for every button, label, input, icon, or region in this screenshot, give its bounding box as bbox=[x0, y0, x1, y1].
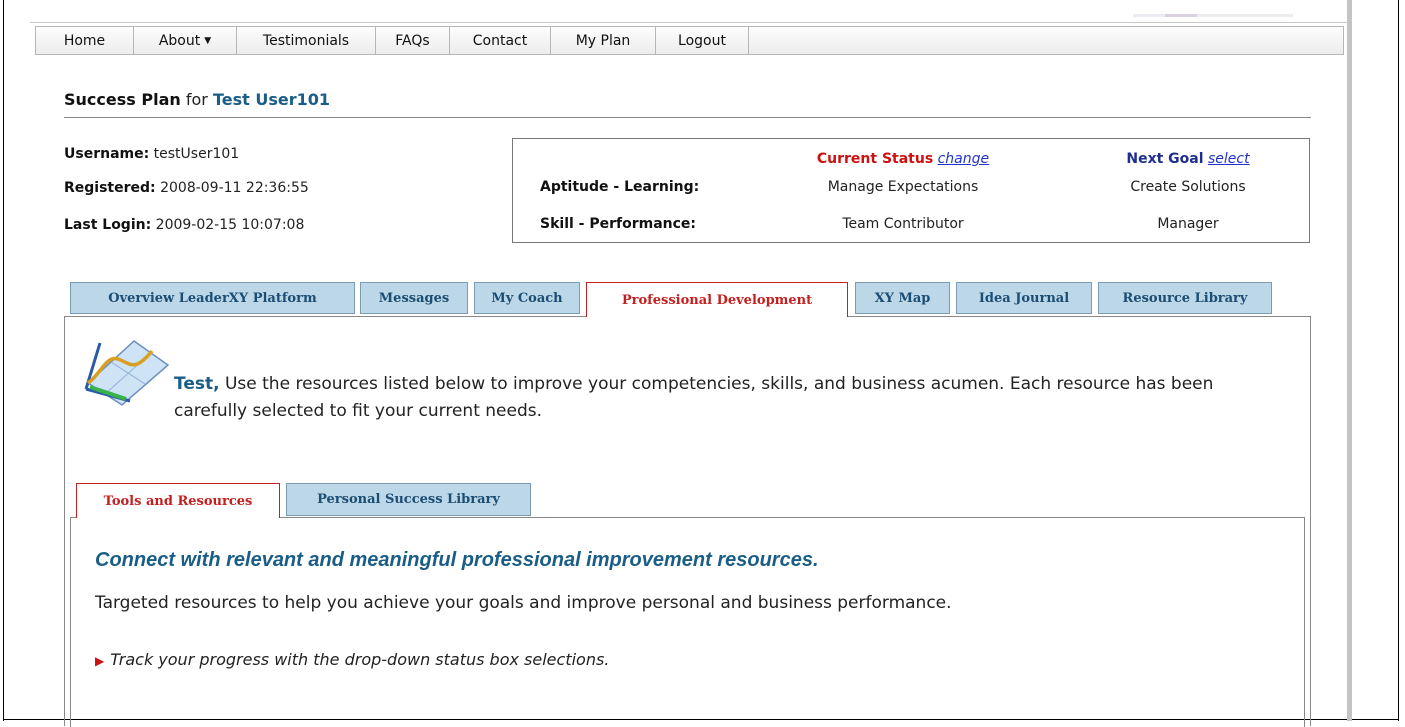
title-for: for bbox=[185, 90, 208, 109]
nav-home[interactable]: Home bbox=[36, 27, 134, 54]
aptitude-label: Aptitude - Learning: bbox=[540, 179, 700, 195]
title-prefix: Success Plan bbox=[64, 90, 181, 109]
main-nav: Home About ▼ Testimonials FAQs Contact My… bbox=[35, 26, 1344, 55]
window-frame-right bbox=[1398, 0, 1399, 721]
skill-current: Team Contributor bbox=[842, 216, 964, 232]
content-bullet: ▶ Track your progress with the drop-down … bbox=[95, 650, 609, 669]
content-text: Targeted resources to help you achieve y… bbox=[95, 593, 952, 613]
current-status-label: Current Status bbox=[816, 151, 934, 167]
skill-next: Manager bbox=[1157, 216, 1219, 232]
nav-contact[interactable]: Contact bbox=[450, 27, 551, 54]
nav-my-plan-label: My Plan bbox=[575, 32, 631, 49]
tab-resource-library[interactable]: Resource Library bbox=[1098, 282, 1272, 314]
subtab-tools-and-resources[interactable]: Tools and Resources bbox=[76, 483, 280, 518]
bullet-arrow-icon: ▶ bbox=[95, 654, 105, 668]
last-login-label: Last Login: bbox=[64, 217, 152, 233]
aptitude-next: Create Solutions bbox=[1130, 179, 1246, 195]
username-row: Username: testUser101 bbox=[64, 146, 239, 162]
tab-overview[interactable]: Overview LeaderXY Platform bbox=[70, 282, 355, 314]
top-divider bbox=[30, 22, 1347, 23]
registered-row: Registered: 2008-09-11 22:36:55 bbox=[64, 180, 309, 196]
intro-text: Test, Use the resources listed below to … bbox=[174, 371, 1234, 425]
skill-label: Skill - Performance: bbox=[540, 216, 697, 232]
intro-first-name: Test, bbox=[174, 374, 220, 394]
change-status-link[interactable]: change bbox=[938, 151, 990, 167]
registered-label: Registered: bbox=[64, 180, 156, 196]
nav-contact-label: Contact bbox=[472, 32, 528, 49]
chevron-down-icon: ▼ bbox=[204, 35, 212, 46]
nav-home-label: Home bbox=[63, 32, 106, 49]
subtab-personal-success-library[interactable]: Personal Success Library bbox=[286, 483, 531, 516]
title-divider bbox=[64, 117, 1311, 118]
aptitude-current: Manage Expectations bbox=[827, 179, 979, 195]
nav-logout-label: Logout bbox=[678, 32, 726, 49]
current-status-header: Current Status change bbox=[753, 151, 1053, 167]
header-decoration bbox=[1133, 14, 1293, 17]
content-bullet-text: Track your progress with the drop-down s… bbox=[110, 650, 610, 669]
tab-professional-development[interactable]: Professional Development bbox=[586, 282, 848, 317]
nav-testimonials-label: Testimonials bbox=[262, 32, 350, 49]
username-value: testUser101 bbox=[153, 146, 240, 162]
page-title: Success Plan for Test User101 bbox=[64, 90, 330, 109]
last-login-row: Last Login: 2009-02-15 10:07:08 bbox=[64, 217, 304, 233]
registered-value: 2008-09-11 22:36:55 bbox=[160, 180, 309, 196]
tab-messages[interactable]: Messages bbox=[360, 282, 468, 314]
nav-faqs-label: FAQs bbox=[395, 32, 430, 49]
nav-faqs[interactable]: FAQs bbox=[376, 27, 450, 54]
last-login-value: 2009-02-15 10:07:08 bbox=[155, 217, 305, 233]
tab-xy-map[interactable]: XY Map bbox=[855, 282, 950, 314]
tab-idea-journal[interactable]: Idea Journal bbox=[956, 282, 1092, 314]
nav-logout[interactable]: Logout bbox=[656, 27, 749, 54]
window-frame-left bbox=[3, 0, 4, 721]
next-goal-header: Next Goal select bbox=[1073, 151, 1303, 167]
nav-my-plan[interactable]: My Plan bbox=[551, 27, 656, 54]
nav-testimonials[interactable]: Testimonials bbox=[237, 27, 376, 54]
nav-about-label: About bbox=[158, 32, 201, 49]
intro-body: Use the resources listed below to improv… bbox=[174, 374, 1214, 421]
content-heading: Connect with relevant and meaningful pro… bbox=[95, 549, 819, 571]
username-label: Username: bbox=[64, 146, 150, 162]
page-edge-strip bbox=[1347, 0, 1352, 721]
next-goal-label: Next Goal bbox=[1126, 151, 1204, 167]
status-box: Current Status change Next Goal select A… bbox=[512, 138, 1310, 243]
tab-my-coach[interactable]: My Coach bbox=[474, 282, 580, 314]
chart-icon bbox=[84, 340, 170, 406]
select-goal-link[interactable]: select bbox=[1208, 151, 1250, 167]
title-user-name: Test User101 bbox=[212, 90, 330, 109]
nav-about[interactable]: About ▼ bbox=[134, 27, 237, 54]
